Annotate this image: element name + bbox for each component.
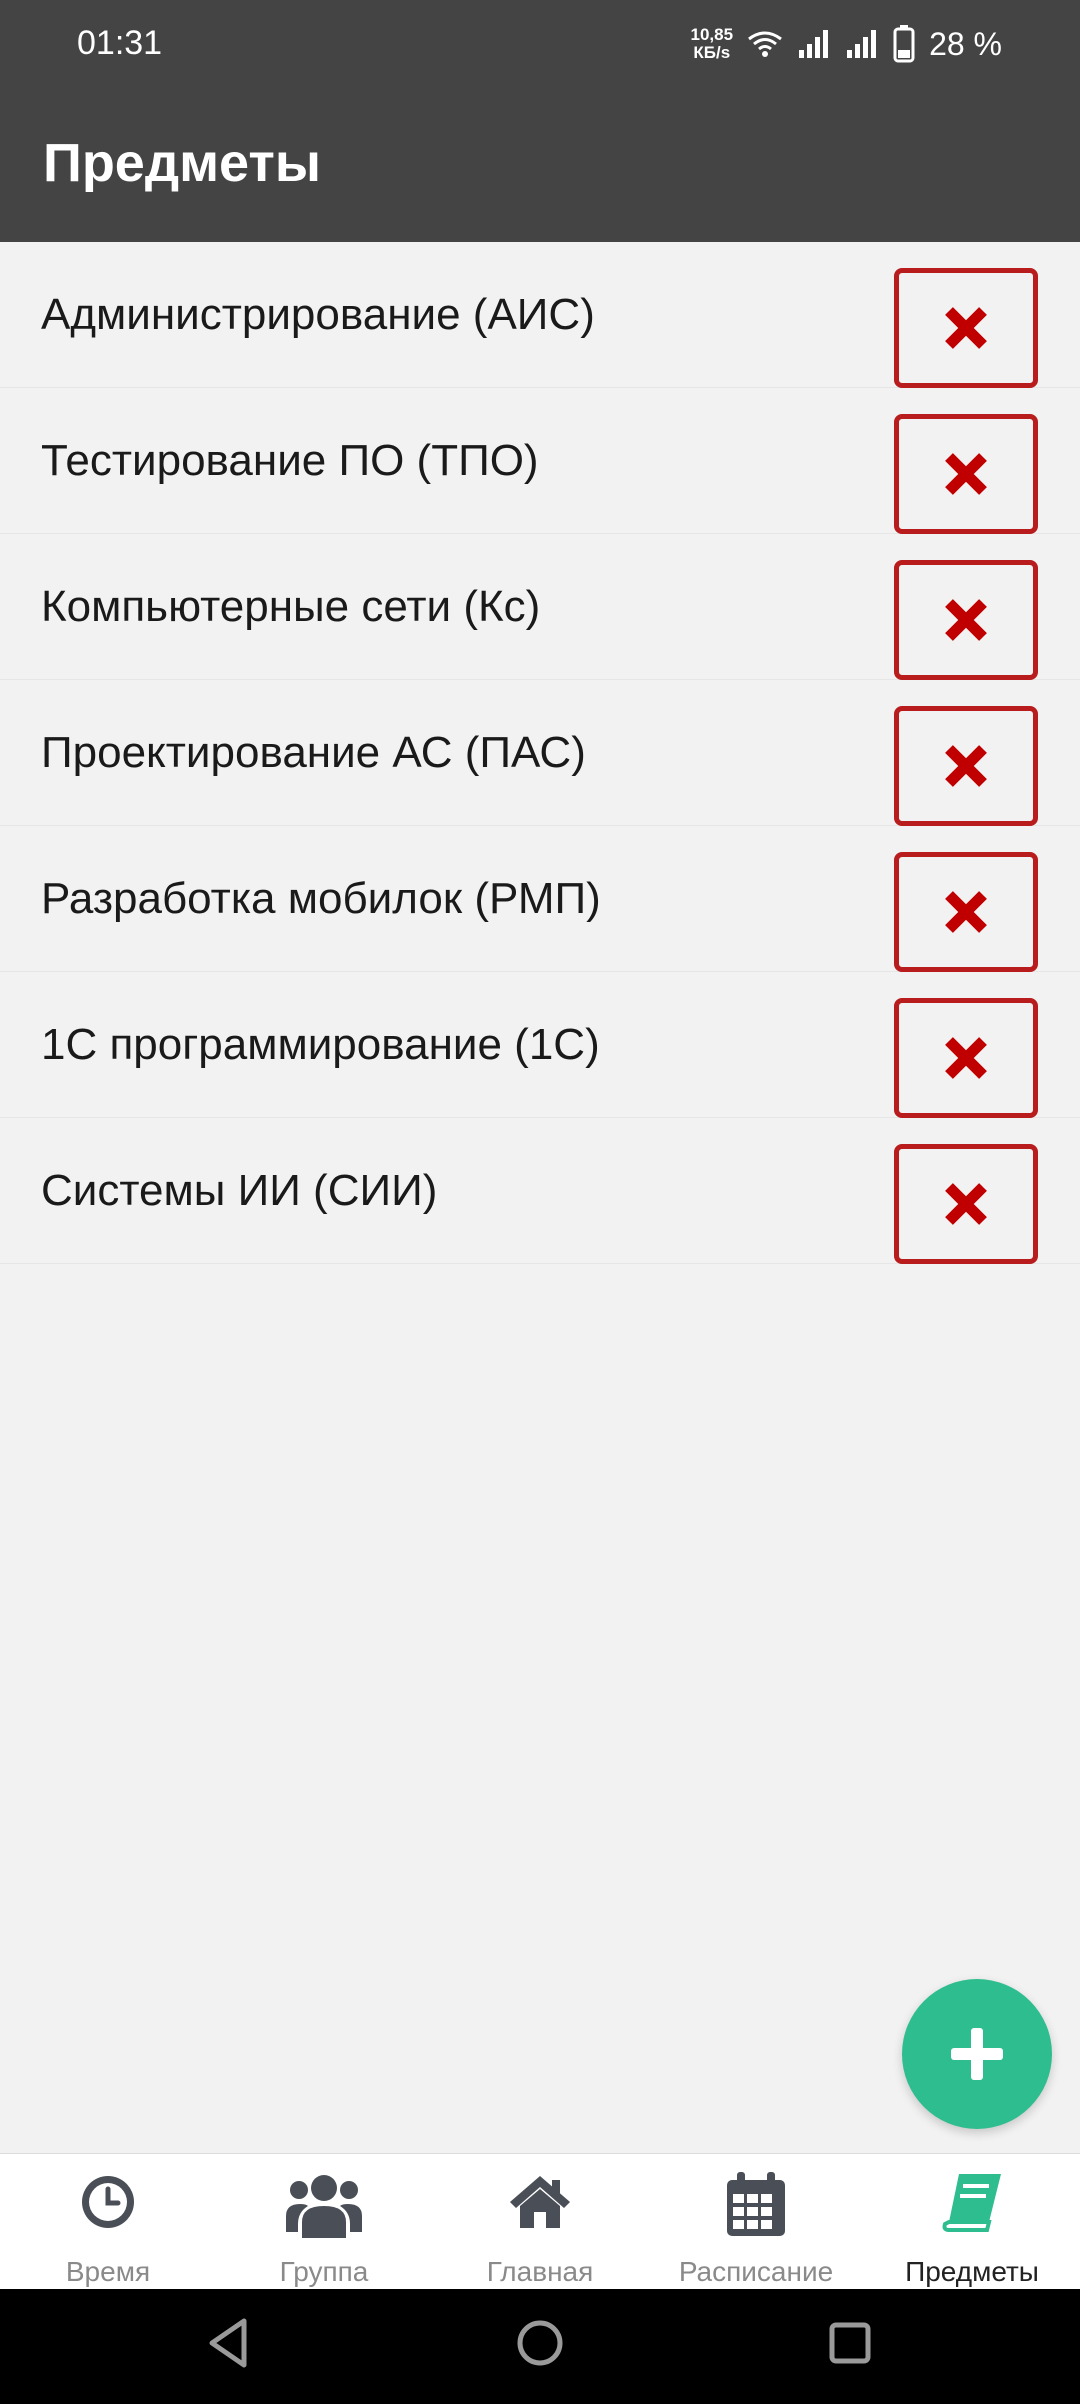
plus-icon [951, 2028, 1003, 2080]
close-icon [945, 745, 987, 787]
network-speed-unit: КБ/s [693, 43, 731, 62]
close-icon [945, 1183, 987, 1225]
status-time: 01:31 [77, 24, 163, 62]
book-icon [942, 2174, 1001, 2232]
nav-item-schedule[interactable]: Расписание [648, 2154, 864, 2290]
subject-name: Администрирование (АИС) [41, 289, 595, 339]
delete-button[interactable] [894, 414, 1038, 534]
network-speed-value: 10,85 [690, 25, 734, 44]
list-item: 1С программирование (1С) [0, 972, 1080, 1118]
signal-icon-1 [799, 30, 829, 58]
subject-name: Разработка мобилок (РМП) [41, 873, 601, 923]
nav-item-home[interactable]: Главная [432, 2154, 648, 2290]
list-item: Проектирование АС (ПАС) [0, 680, 1080, 826]
clock-icon [82, 2176, 134, 2228]
close-icon [945, 1037, 987, 1079]
status-icons: 10,85 КБ/s 28 % [691, 22, 1002, 66]
app-bar: Предметы [0, 90, 1080, 242]
nav-label-group: Группа [279, 2256, 369, 2287]
back-icon[interactable] [206, 2317, 250, 2369]
delete-button[interactable] [894, 706, 1038, 826]
bottom-nav: Время Группа Главная Расписание Предметы [0, 2153, 1080, 2290]
subject-name: Тестирование ПО (ТПО) [41, 435, 539, 485]
close-icon [945, 599, 987, 641]
nav-label-schedule: Расписание [678, 2256, 834, 2287]
network-speed: 10,85 КБ/s [691, 26, 734, 62]
group-icon [286, 2175, 362, 2238]
subject-name: 1С программирование (1С) [41, 1019, 600, 1069]
nav-label-home: Главная [486, 2256, 594, 2287]
home-icon [510, 2176, 570, 2228]
page-title: Предметы [43, 133, 321, 193]
subject-name: Проектирование АС (ПАС) [41, 727, 586, 777]
delete-button[interactable] [894, 852, 1038, 972]
list-item: Разработка мобилок (РМП) [0, 826, 1080, 972]
recents-icon[interactable] [828, 2317, 872, 2369]
home-circle-icon[interactable] [516, 2317, 564, 2369]
battery-icon [893, 25, 915, 63]
nav-label-time: Время [65, 2256, 151, 2287]
screen: 01:31 10,85 КБ/s 28 % Предметы Администр… [0, 0, 1080, 2404]
calendar-icon [727, 2172, 785, 2236]
close-icon [945, 453, 987, 495]
delete-button[interactable] [894, 560, 1038, 680]
list-item: Компьютерные сети (Кс) [0, 534, 1080, 680]
add-subject-button[interactable] [902, 1979, 1052, 2129]
subject-name: Системы ИИ (СИИ) [41, 1165, 438, 1215]
nav-item-group[interactable]: Группа [216, 2154, 432, 2290]
subject-list: Администрирование (АИС) Тестирование ПО … [0, 242, 1080, 1264]
list-item: Тестирование ПО (ТПО) [0, 388, 1080, 534]
battery-percent: 28 % [929, 25, 1002, 62]
delete-button[interactable] [894, 998, 1038, 1118]
list-item: Системы ИИ (СИИ) [0, 1118, 1080, 1264]
list-item: Администрирование (АИС) [0, 242, 1080, 388]
delete-button[interactable] [894, 268, 1038, 388]
close-icon [945, 307, 987, 349]
signal-icon-2 [847, 30, 877, 58]
wifi-icon [748, 31, 782, 57]
status-bar: 01:31 10,85 КБ/s 28 % [0, 0, 1080, 90]
subject-name: Компьютерные сети (Кс) [41, 581, 541, 631]
delete-button[interactable] [894, 1144, 1038, 1264]
close-icon [945, 891, 987, 933]
nav-item-subjects[interactable]: Предметы [864, 2154, 1080, 2290]
system-nav-bar [0, 2289, 1080, 2404]
nav-item-time[interactable]: Время [0, 2154, 216, 2290]
nav-label-subjects: Предметы [905, 2256, 1039, 2287]
